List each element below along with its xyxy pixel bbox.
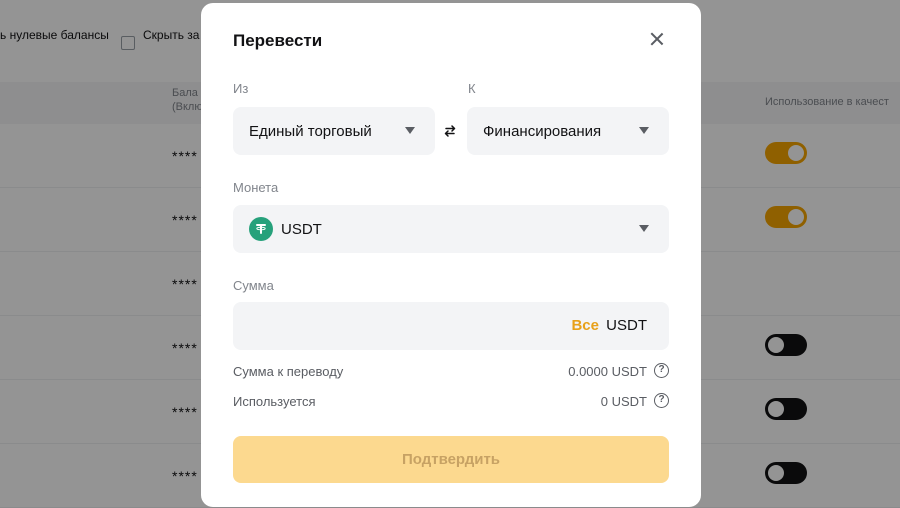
transfer-amount-value: 0.0000 USDT [568, 364, 647, 379]
confirm-button[interactable]: Подтвердить [233, 436, 669, 483]
tether-icon [249, 217, 273, 241]
from-label: Из [233, 81, 249, 96]
all-button[interactable]: Все [571, 317, 599, 334]
used-label: Используется [233, 394, 316, 409]
caret-down-icon [405, 127, 415, 134]
to-label: К [468, 81, 476, 96]
to-account-value: Финансирования [483, 122, 602, 140]
coin-label: Монета [233, 180, 279, 195]
close-icon[interactable] [647, 29, 667, 49]
amount-currency: USDT [606, 317, 647, 334]
amount-label: Сумма [233, 278, 274, 293]
used-row: Используется 0 USDT ? [233, 393, 669, 409]
transfer-amount-label: Сумма к переводу [233, 364, 344, 379]
from-account-value: Единый торговый [249, 122, 372, 140]
amount-input[interactable] [249, 314, 549, 338]
question-circle-icon[interactable]: ? [654, 363, 669, 378]
caret-down-icon [639, 225, 649, 232]
from-account-select[interactable]: Единый торговый [233, 107, 435, 155]
used-value: 0 USDT [600, 394, 647, 409]
amount-field[interactable]: Все USDT [233, 302, 669, 350]
to-account-select[interactable]: Финансирования [467, 107, 669, 155]
coin-select[interactable]: USDT [233, 205, 669, 253]
coin-value: USDT [281, 220, 322, 238]
question-circle-icon[interactable]: ? [654, 393, 669, 408]
transfer-amount-row: Сумма к переводу 0.0000 USDT ? [233, 363, 669, 379]
caret-down-icon [639, 127, 649, 134]
tether-svg [256, 224, 266, 234]
transfer-modal: Перевести Из К Единый торговый Финансиро… [201, 3, 701, 507]
swap-arrows-icon[interactable] [437, 118, 463, 144]
swap-arrows-svg [444, 125, 456, 137]
modal-title: Перевести [233, 31, 323, 50]
